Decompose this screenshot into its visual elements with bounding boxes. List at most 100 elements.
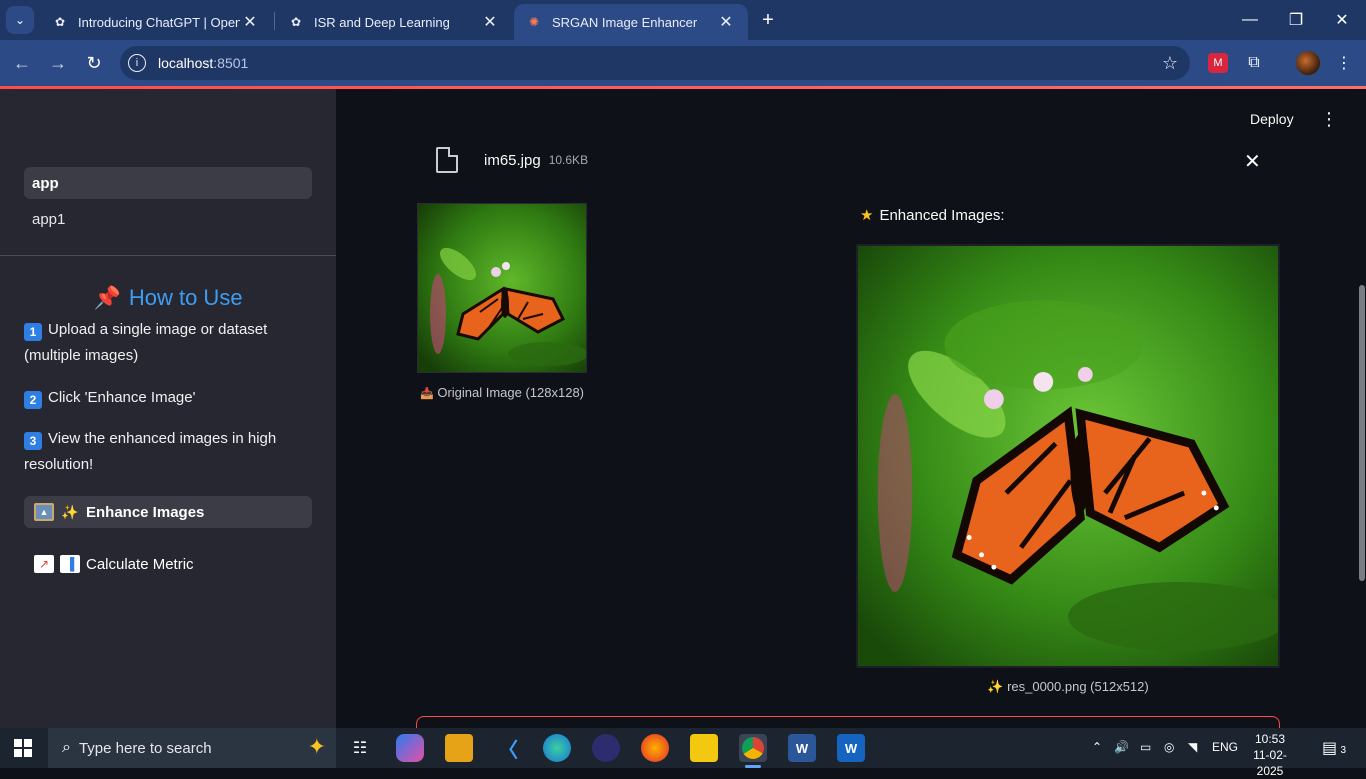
openai-icon: ✿ [54,15,66,29]
close-icon: ✕ [1335,12,1349,29]
page-scrollbar[interactable] [1359,285,1365,581]
taskbar-clock[interactable]: 10:53 11-02-2025 [1246,731,1294,779]
chart-increasing-icon: ↗ [34,555,54,573]
file-explorer-icon[interactable] [445,734,473,762]
new-tab-button[interactable]: + [756,8,780,32]
sparkles-icon: ✨ [61,503,79,520]
uploaded-file-row: im65.jpg 10.6KB [436,147,588,173]
language-indicator[interactable]: ENG [1212,740,1238,754]
webex-icon[interactable]: W [837,734,865,762]
eclipse-icon[interactable] [592,734,620,762]
calculate-metric-button[interactable]: ↗ ▐ Calculate Metric [24,548,312,580]
framed-picture-icon: ▲ [34,503,54,521]
main-menu-icon[interactable]: ⋮ [1320,109,1338,130]
uploaded-file-size: 10.6KB [548,153,589,167]
close-icon[interactable]: ✕ [240,12,260,32]
butterfly-image [418,204,586,372]
word-icon[interactable]: W [788,734,816,762]
step-number-badge: 2 [24,391,42,409]
uploaded-file-name: im65.jpg [484,151,541,169]
how-to-use-heading: 📌 How to Use [93,285,243,310]
windows-taskbar: ⌕ Type here to search ✦ ☷ 〈 W W ⌃ 🔊 ▭ ◎ … [0,728,1366,778]
inbox-tray-icon: 📥 [420,388,434,400]
enhance-images-button[interactable]: ▲ ✨ Enhance Images [24,496,312,528]
browser-tab-srgan[interactable]: ✺ SRGAN Image Enhancer ✕ [514,4,748,40]
enhanced-image [856,244,1280,668]
copilot-icon[interactable] [396,734,424,762]
profile-avatar[interactable] [1296,51,1320,75]
close-window-button[interactable]: ✕ [1330,8,1354,32]
site-info-icon[interactable]: i [128,54,146,72]
close-icon[interactable]: ✕ [480,12,500,32]
edge-icon[interactable] [543,734,571,762]
browser-toolbar: ← → ↻ i localhost :8501 ☆ M ⧉ ⋮ [0,40,1366,86]
restore-button[interactable]: ❐ [1284,8,1308,32]
network-icon[interactable]: ◎ [1164,740,1174,754]
tab-search-button[interactable]: ⌄ [6,6,34,34]
close-icon[interactable]: ✕ [716,12,736,32]
tab-separator [274,12,275,30]
forward-button[interactable]: → [46,51,70,75]
enhanced-image-caption: ✨ res_0000.png (512x512) [987,679,1149,694]
url-port: :8501 [213,55,249,71]
streamlit-icon: ✺ [528,15,540,29]
restore-icon: ❐ [1288,12,1304,29]
pushpin-icon: 📌 [93,285,121,310]
search-icon: ⌕ [62,739,71,756]
star-icon: ★ [860,207,874,224]
address-bar[interactable]: i localhost :8501 ☆ [120,46,1190,80]
firefox-icon[interactable] [641,734,669,762]
reload-icon: ↻ [86,52,102,73]
url-host: localhost [158,55,214,71]
bar-chart-icon: ▐ [60,555,80,573]
speaker-icon[interactable]: 🔊 [1114,740,1129,754]
chrome-icon[interactable] [739,734,767,768]
battery-icon[interactable]: ▭ [1140,740,1151,754]
chevron-down-icon: ⌄ [14,13,26,27]
original-image-caption: 📥 Original Image (128x128) [420,385,585,400]
notification-center[interactable]: ▤ 3 [1322,738,1348,758]
notification-count: 3 [1340,745,1347,756]
original-image [417,203,587,373]
browser-tab-isr[interactable]: ✿ ISR and Deep Learning ✕ [276,4,512,40]
wifi-icon[interactable]: ◥ [1188,740,1197,754]
sidebar-divider [0,255,336,256]
bookmark-star-icon[interactable]: ☆ [1162,53,1178,74]
notification-icon: ▤ [1322,740,1338,757]
deploy-button[interactable]: Deploy [1250,111,1294,127]
instruction-step-1: 1 Upload a single image or dataset (multi… [24,321,268,364]
step-number-badge: 3 [24,432,42,450]
sidebar-nav-app1[interactable]: app1 [24,203,312,235]
browser-tab-strip: ⌄ ✿ Introducing ChatGPT | OpenAI ✕ ✿ ISR… [0,0,1366,40]
openai-icon: ✿ [290,15,302,29]
chevron-up-icon[interactable]: ⌃ [1092,740,1102,754]
step-number-badge: 1 [24,323,42,341]
sparkles-icon: ✨ [987,679,1004,694]
extension-red-icon[interactable]: M [1208,53,1228,73]
enhanced-images-heading: ★ Enhanced Images: [860,207,1005,224]
arrow-left-icon: ← [13,52,31,73]
sparkles-icon: ✦ [307,734,326,759]
browser-tab-chatgpt[interactable]: ✿ Introducing ChatGPT | OpenAI ✕ [40,4,272,40]
main-content: Deploy ⋮ im65.jpg 10.6KB ✕ 📥 Original Im… [336,89,1366,736]
minimize-button[interactable]: — [1238,8,1262,32]
remove-file-icon[interactable]: ✕ [1244,149,1261,174]
reload-button[interactable]: ↻ [82,51,106,75]
arrow-right-icon: → [49,52,67,73]
back-button[interactable]: ← [10,51,34,75]
power-bi-icon[interactable] [690,734,718,762]
windows-start-icon[interactable] [14,739,32,757]
sidebar-nav-app[interactable]: app [24,167,312,199]
browser-menu-icon[interactable]: ⋮ [1332,51,1356,75]
taskbar-search-box[interactable]: ⌕ Type here to search ✦ [48,728,336,768]
instruction-step-3: 3 View the enhanced images in high resolu… [24,430,277,473]
extensions-puzzle-icon[interactable]: ⧉ [1242,51,1266,75]
butterfly-image-enhanced [858,246,1278,666]
task-view-icon[interactable]: ☷ [346,734,374,762]
minimize-icon: — [1242,11,1258,28]
plus-icon: + [762,8,774,31]
instruction-step-2: 2 Click 'Enhance Image' [24,385,314,411]
vscode-icon[interactable]: 〈 [494,734,522,762]
file-icon [436,147,458,173]
sidebar: app app1 📌 How to Use 1 Upload a single im… [0,89,336,729]
